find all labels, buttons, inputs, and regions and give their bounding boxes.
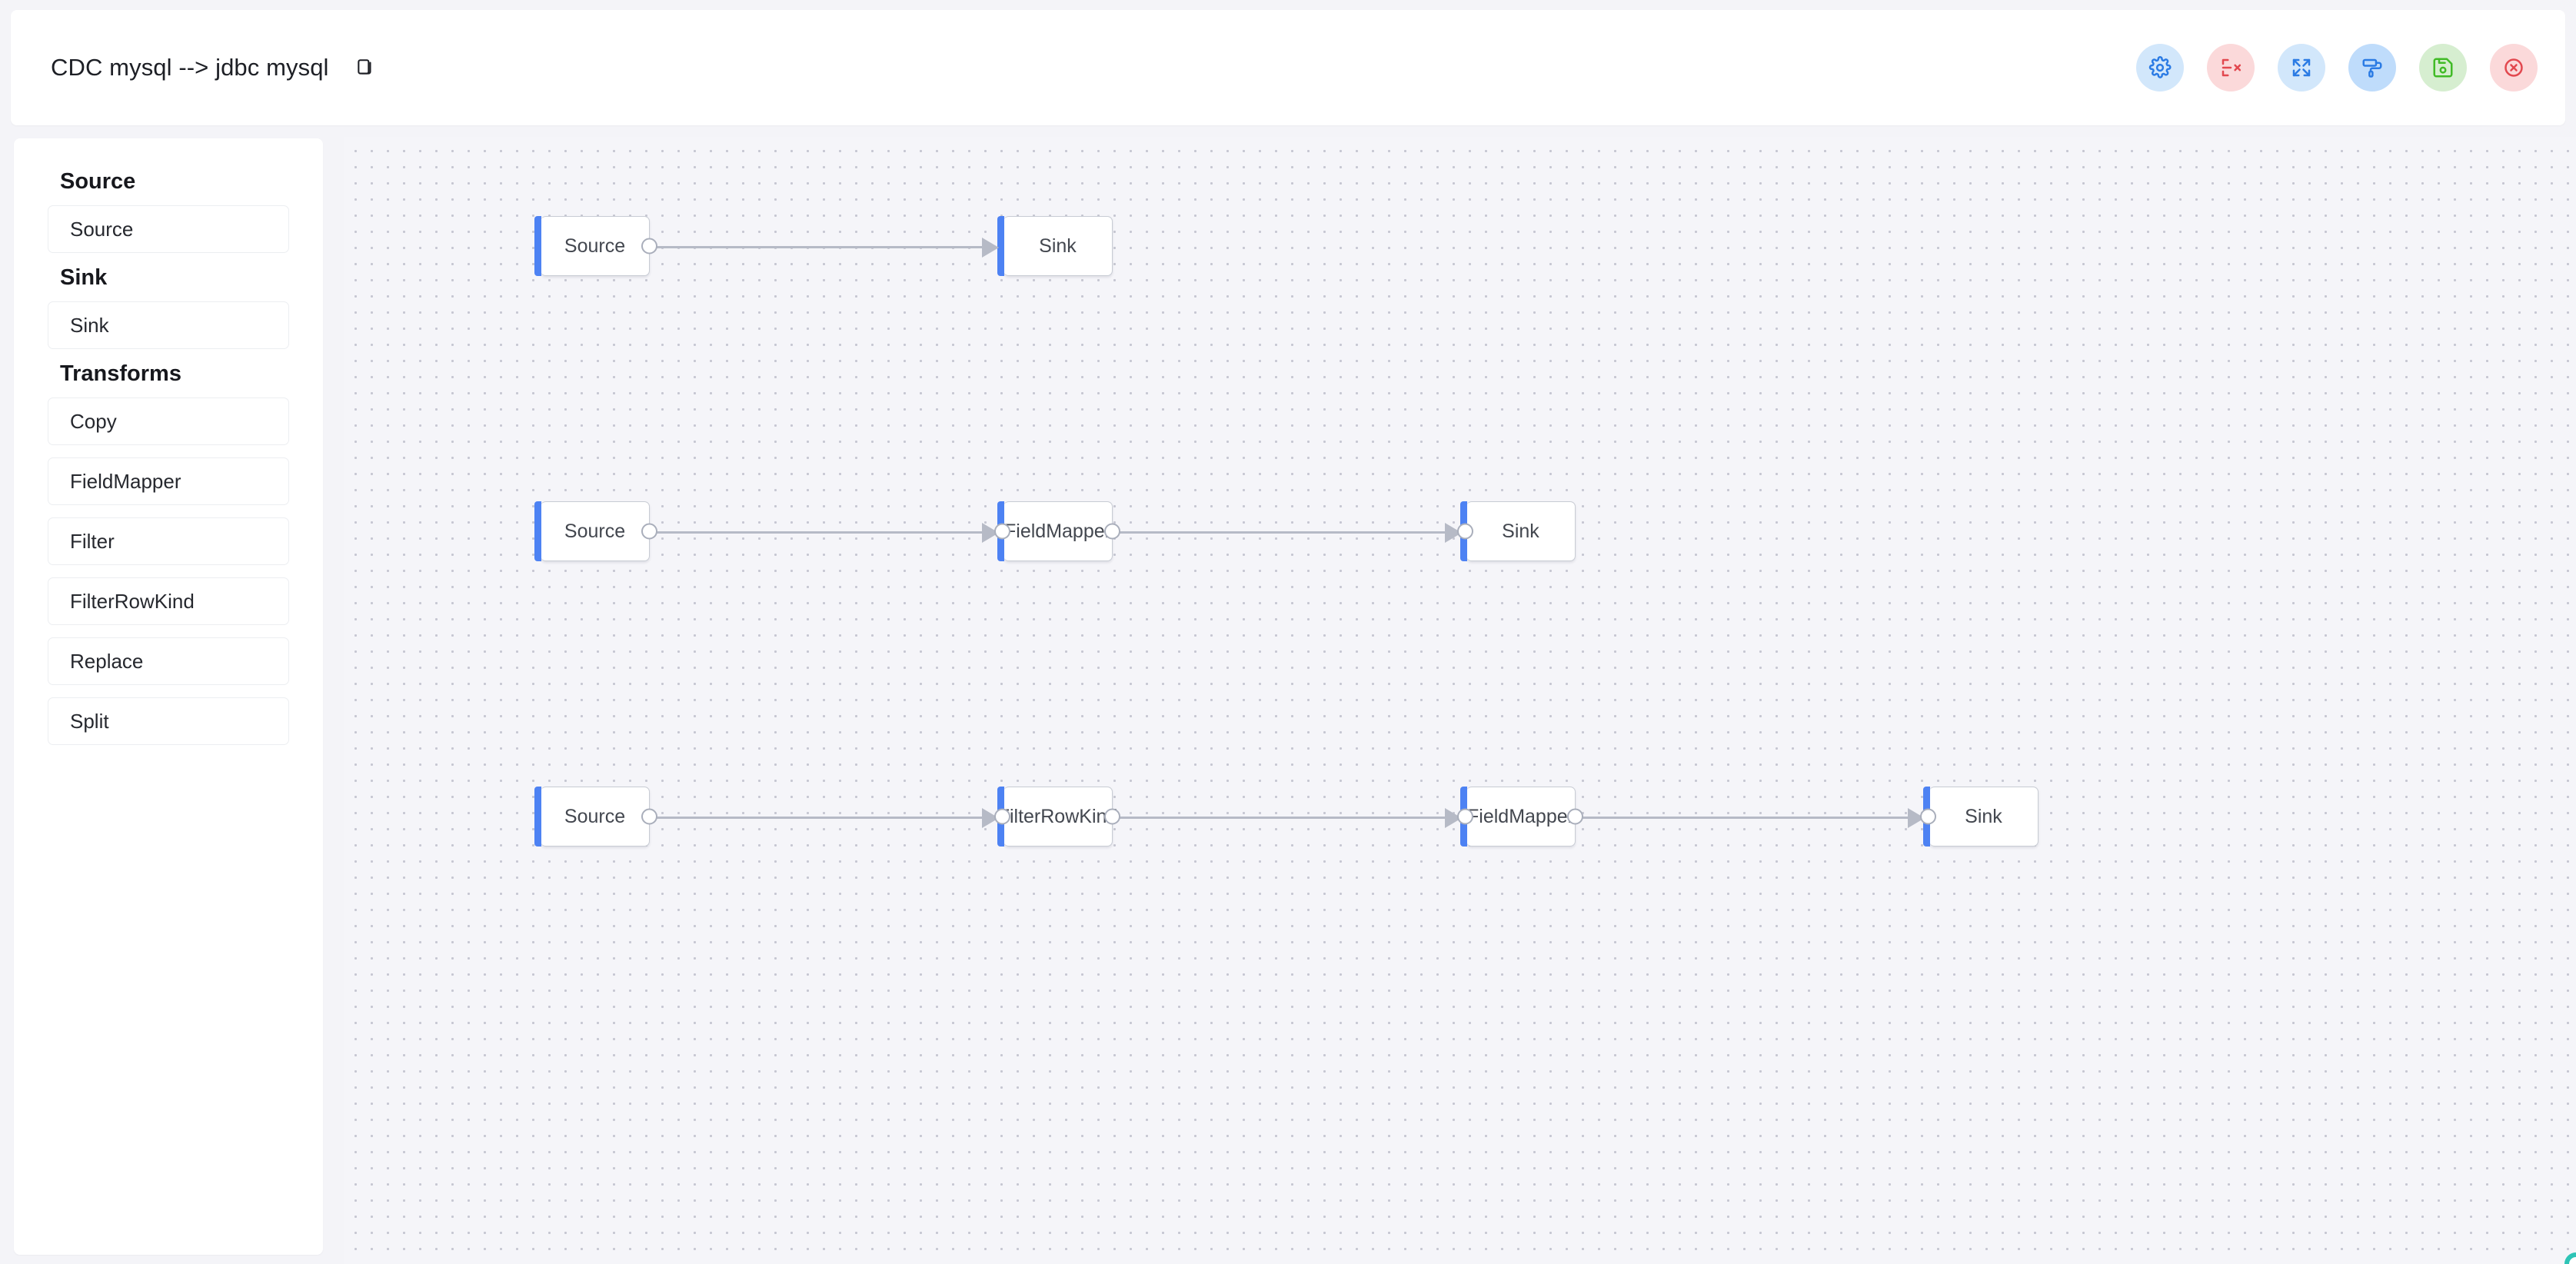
flow-node-label: FilterRowKind [997, 805, 1118, 827]
palette-item-source[interactable]: Source [48, 205, 289, 253]
flow-node-label: Sink [1965, 805, 2002, 827]
palette-sidebar: Source Source Sink Sink Transforms Copy FieldM… [14, 138, 323, 1255]
palette-item-sink[interactable]: Sink [48, 301, 289, 349]
palette-section-heading-source: Source [60, 169, 136, 194]
delete-frame-icon [2219, 56, 2242, 79]
close-button[interactable] [2490, 44, 2538, 91]
paint-roller-icon [2361, 56, 2384, 79]
node-output-handle[interactable] [641, 523, 657, 540]
page-title: CDC mysql --> jdbc mysql [51, 54, 329, 81]
close-circle-icon [2502, 56, 2525, 79]
flow-edge-n4-n5[interactable] [1114, 531, 1459, 534]
flow-node-sink[interactable]: Sink [1457, 501, 1576, 561]
palette-item-replace[interactable]: Replace [48, 637, 289, 685]
palette-item-fieldmapper[interactable]: FieldMapper [48, 457, 289, 505]
flow-node-label: Source [564, 235, 626, 257]
clear-canvas-button[interactable] [2207, 44, 2255, 91]
palette-item-filterrowkind[interactable]: FilterRowKind [48, 577, 289, 625]
flow-node-label: Sink [1039, 235, 1077, 257]
toolbar [2136, 44, 2538, 91]
palette-item-copy[interactable]: Copy [48, 397, 289, 445]
flow-edge-n8-n9[interactable] [1577, 817, 1922, 819]
flow-edge-n6-n7[interactable] [651, 817, 996, 819]
flow-node-label: Source [564, 520, 626, 542]
node-input-handle[interactable] [1457, 523, 1473, 540]
flow-node-label: FieldMapper [1467, 805, 1574, 827]
flow-node-fieldmapper[interactable]: FieldMapper [994, 501, 1120, 561]
node-output-handle[interactable] [1104, 808, 1120, 825]
node-output-handle[interactable] [1567, 808, 1583, 825]
auto-layout-button[interactable] [2348, 44, 2396, 91]
node-input-handle[interactable] [994, 523, 1010, 540]
flow-node-label: FieldMapper [1004, 520, 1111, 542]
flow-edge-n3-n4[interactable] [651, 531, 996, 534]
node-input-handle[interactable] [994, 808, 1010, 825]
settings-button[interactable] [2136, 44, 2184, 91]
node-input-handle[interactable] [1920, 808, 1936, 825]
flow-node-sink[interactable]: Sink [1920, 787, 2039, 847]
palette-section-heading-transforms: Transforms [60, 361, 181, 386]
flow-node-filterrowkind[interactable]: FilterRowKind [994, 787, 1120, 847]
palette-section-heading-sink: Sink [60, 265, 108, 290]
palette-item-split[interactable]: Split [48, 697, 289, 745]
expand-arrows-icon [2290, 56, 2313, 79]
flow-node-source[interactable]: Source [534, 787, 657, 847]
flow-node-label: Source [564, 805, 626, 827]
node-input-handle[interactable] [1457, 808, 1473, 825]
node-output-handle[interactable] [641, 238, 657, 254]
flow-node-fieldmapper[interactable]: FieldMapper [1457, 787, 1583, 847]
node-output-handle[interactable] [641, 808, 657, 825]
flow-node-source[interactable]: Source [534, 216, 657, 276]
copy-icon[interactable] [355, 57, 375, 78]
flow-edge-n1-n2[interactable] [651, 246, 996, 248]
title-group: CDC mysql --> jdbc mysql [51, 54, 375, 81]
app-header: CDC mysql --> jdbc mysql [11, 10, 2565, 125]
save-button[interactable] [2419, 44, 2467, 91]
fit-view-button[interactable] [2278, 44, 2325, 91]
palette-item-filter[interactable]: Filter [48, 517, 289, 565]
gear-icon [2148, 56, 2172, 79]
node-output-handle[interactable] [1104, 523, 1120, 540]
flow-node-label: Sink [1502, 520, 1539, 542]
save-disk-icon [2431, 56, 2455, 79]
flow-node-sink[interactable]: Sink [997, 216, 1113, 276]
flow-edge-n7-n8[interactable] [1114, 817, 1459, 819]
minimap-resize-handle[interactable] [2564, 1252, 2576, 1264]
flow-canvas[interactable]: Source Sink Source FieldMapper Sink Source Fil… [344, 137, 2576, 1264]
flow-node-source[interactable]: Source [534, 501, 657, 561]
